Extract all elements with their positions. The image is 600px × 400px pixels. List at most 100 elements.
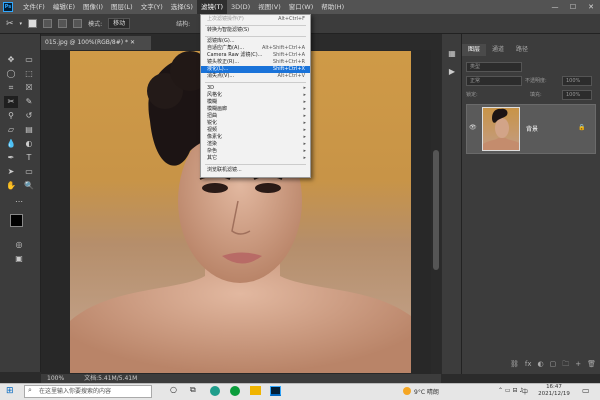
- adjustment-layer-icon[interactable]: ◐: [538, 360, 544, 372]
- tray-icons[interactable]: ⌃ ▭ ⊟ ♪: [498, 387, 523, 394]
- menu-view[interactable]: 视图(V): [254, 0, 285, 14]
- zoom-level[interactable]: 100%: [47, 374, 64, 383]
- history-brush-icon[interactable]: ↺: [22, 110, 36, 122]
- menu-item-filter-gallery[interactable]: 滤镜库(G)...: [201, 38, 310, 45]
- notification-icon[interactable]: ▭: [582, 386, 590, 395]
- tab-layers[interactable]: 图层: [462, 44, 487, 56]
- menu-item-liquify[interactable]: 液化(L)... Shift+Ctrl+X: [201, 66, 310, 73]
- menu-layer[interactable]: 图层(L): [107, 0, 137, 14]
- quick-mask-icon[interactable]: ◎: [12, 239, 26, 251]
- menu-item-camera-raw[interactable]: Camera Raw 滤镜(C)... Shift+Ctrl+A: [201, 52, 310, 59]
- clock-date[interactable]: 2021/12/19: [534, 391, 574, 397]
- photoshop-taskbar-icon[interactable]: [270, 386, 281, 396]
- menu-item-pixelate[interactable]: 像素化 ▸: [201, 134, 310, 141]
- task-view-icon[interactable]: ○: [170, 385, 177, 394]
- more-tools-icon[interactable]: ⋯: [12, 196, 26, 208]
- foreground-color-swatch[interactable]: [10, 214, 23, 227]
- path-select-icon[interactable]: ➤: [4, 166, 18, 178]
- ime-indicator[interactable]: 中: [522, 387, 528, 396]
- tab-paths[interactable]: 路径: [510, 44, 534, 56]
- weather-text[interactable]: 9°C 晴朗: [414, 387, 439, 396]
- menu-edit[interactable]: 编辑(E): [49, 0, 79, 14]
- close-button[interactable]: ✕: [582, 0, 600, 14]
- menu-item-noise[interactable]: 杂色 ▸: [201, 148, 310, 155]
- layer-name[interactable]: 背景: [526, 124, 538, 133]
- clock-time[interactable]: 16:47: [536, 384, 572, 390]
- windows-start-icon[interactable]: ⊞: [6, 386, 14, 396]
- menu-file[interactable]: 文件(F): [19, 0, 49, 14]
- subtract-selection-icon[interactable]: [58, 19, 68, 28]
- crop-tool-icon[interactable]: ⌗: [4, 82, 18, 94]
- fx-icon[interactable]: fx: [525, 360, 532, 372]
- fill-input[interactable]: 100%: [562, 90, 592, 100]
- move-tool-icon[interactable]: ✥: [4, 54, 18, 66]
- marquee-tool-icon[interactable]: ⬚: [22, 68, 36, 80]
- add-selection-icon[interactable]: [43, 19, 53, 28]
- menu-item-last-filter[interactable]: 上次滤镜操作(F) Alt+Ctrl+F: [201, 16, 310, 23]
- menu-item-sharpen[interactable]: 锐化 ▸: [201, 120, 310, 127]
- eraser-tool-icon[interactable]: ▱: [4, 124, 18, 136]
- blend-mode-select[interactable]: 正常: [466, 76, 522, 86]
- menu-item-other[interactable]: 其它 ▸: [201, 155, 310, 162]
- maximize-button[interactable]: ☐: [564, 0, 582, 14]
- type-tool-icon[interactable]: T: [22, 152, 36, 164]
- new-layer-icon[interactable]: +: [575, 360, 581, 372]
- menu-window[interactable]: 窗口(W): [285, 0, 318, 14]
- link-layers-icon[interactable]: ⛓: [510, 360, 519, 372]
- group-folder-icon[interactable]: 🗀: [562, 360, 569, 372]
- lasso-tool-icon[interactable]: ◯: [4, 68, 18, 80]
- zoom-tool-icon[interactable]: 🔍: [22, 180, 36, 192]
- menu-item-blur-gallery[interactable]: 模糊画廊 ▸: [201, 106, 310, 113]
- menu-item-render[interactable]: 渲染 ▸: [201, 141, 310, 148]
- trash-icon[interactable]: 🗑: [587, 360, 596, 372]
- dodge-tool-icon[interactable]: ◐: [22, 138, 36, 150]
- new-selection-icon[interactable]: [28, 19, 38, 28]
- tab-channels[interactable]: 通道: [486, 44, 510, 56]
- menu-item-video[interactable]: 视频 ▸: [201, 127, 310, 134]
- screen-mode-icon[interactable]: ▣: [12, 253, 26, 265]
- menu-image[interactable]: 图像(I): [79, 0, 107, 14]
- menu-type[interactable]: 文字(Y): [137, 0, 167, 14]
- document-info[interactable]: 文档:5.41M/5.41M: [84, 374, 137, 383]
- menu-item-vanishing-point[interactable]: 消失点(V)... Alt+Ctrl+V: [201, 73, 310, 80]
- patch-tool-icon[interactable]: ✂: [4, 96, 18, 108]
- menu-item-distort[interactable]: 扭曲 ▸: [201, 113, 310, 120]
- menu-item-convert-smart-filter[interactable]: 转换为智能滤镜(S): [201, 27, 310, 34]
- tool-preset-icon[interactable]: ✂: [6, 19, 14, 29]
- artboard-tool-icon[interactable]: ▭: [22, 54, 36, 66]
- blur-tool-icon[interactable]: 💧: [4, 138, 18, 150]
- mask-icon[interactable]: ▢: [550, 360, 557, 372]
- menu-item-lens-correction[interactable]: 镜头校正(R)... Shift+Ctrl+R: [201, 59, 310, 66]
- chevron-down-icon[interactable]: ▾: [20, 21, 23, 27]
- menu-item-adaptive-wide-angle[interactable]: 自适应广角(A)... Alt+Shift+Ctrl+A: [201, 45, 310, 52]
- history-panel-icon[interactable]: ▦: [445, 48, 459, 60]
- taskbar-search-input[interactable]: 在这里输入你要搜索的内容: [24, 385, 152, 398]
- menu-3d[interactable]: 3D(D): [227, 0, 254, 14]
- shape-tool-icon[interactable]: ▭: [22, 166, 36, 178]
- opacity-input[interactable]: 100%: [562, 76, 592, 86]
- stamp-tool-icon[interactable]: ⚲: [4, 110, 18, 122]
- actions-panel-icon[interactable]: ▶: [445, 66, 459, 78]
- menu-help[interactable]: 帮助(H): [317, 0, 348, 14]
- pen-tool-icon[interactable]: ✒: [4, 152, 18, 164]
- file-explorer-icon[interactable]: [250, 386, 261, 395]
- close-icon[interactable]: ✕: [130, 39, 135, 46]
- scrollbar-thumb[interactable]: [433, 150, 439, 270]
- photoshop-logo-icon[interactable]: Ps: [3, 2, 13, 12]
- menu-item-3d[interactable]: 3D ▸: [201, 85, 310, 92]
- menu-item-stylize[interactable]: 风格化 ▸: [201, 92, 310, 99]
- intersect-selection-icon[interactable]: [73, 19, 83, 28]
- layer-kind-filter[interactable]: 类型: [466, 62, 522, 72]
- menu-select[interactable]: 选择(S): [167, 0, 197, 14]
- task-switch-icon[interactable]: ⧉: [190, 385, 196, 395]
- menu-item-blur[interactable]: 模糊 ▸: [201, 99, 310, 106]
- menu-filter[interactable]: 滤镜(T): [196, 0, 227, 14]
- mode-select[interactable]: 移动: [108, 18, 131, 29]
- minimize-button[interactable]: —: [546, 0, 564, 14]
- visibility-eye-icon[interactable]: 👁: [469, 124, 477, 131]
- edge-browser-icon[interactable]: [210, 386, 220, 396]
- gradient-tool-icon[interactable]: ▤: [22, 124, 36, 136]
- frame-tool-icon[interactable]: ☒: [22, 82, 36, 94]
- hand-tool-icon[interactable]: ✋: [4, 180, 18, 192]
- chat-app-icon[interactable]: [230, 386, 240, 396]
